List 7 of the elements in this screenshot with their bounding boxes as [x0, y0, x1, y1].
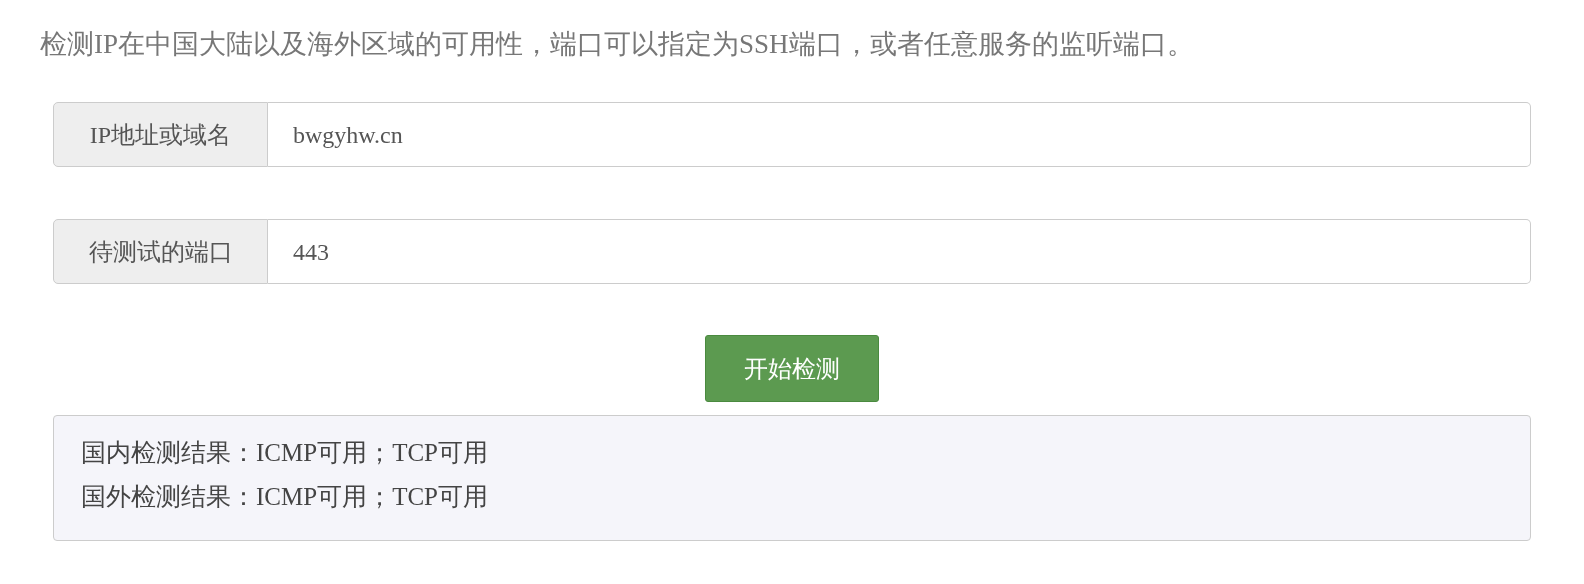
field-label: 待测试的端口: [53, 219, 268, 284]
result-text: 国外检测结果：ICMP可用；TCP可用: [81, 482, 489, 512]
input-field[interactable]: 443: [268, 219, 1531, 284]
input-field[interactable]: bwgyhw.cn: [268, 102, 1531, 167]
field-label: IP地址或域名: [53, 102, 268, 167]
result-text: 国内检测结果：ICMP可用；TCP可用: [81, 438, 489, 468]
description-text: 检测IP在中国大陆以及海外区域的可用性，端口可以指定为SSH端口，或者任意服务的监听端口。: [40, 27, 1194, 61]
